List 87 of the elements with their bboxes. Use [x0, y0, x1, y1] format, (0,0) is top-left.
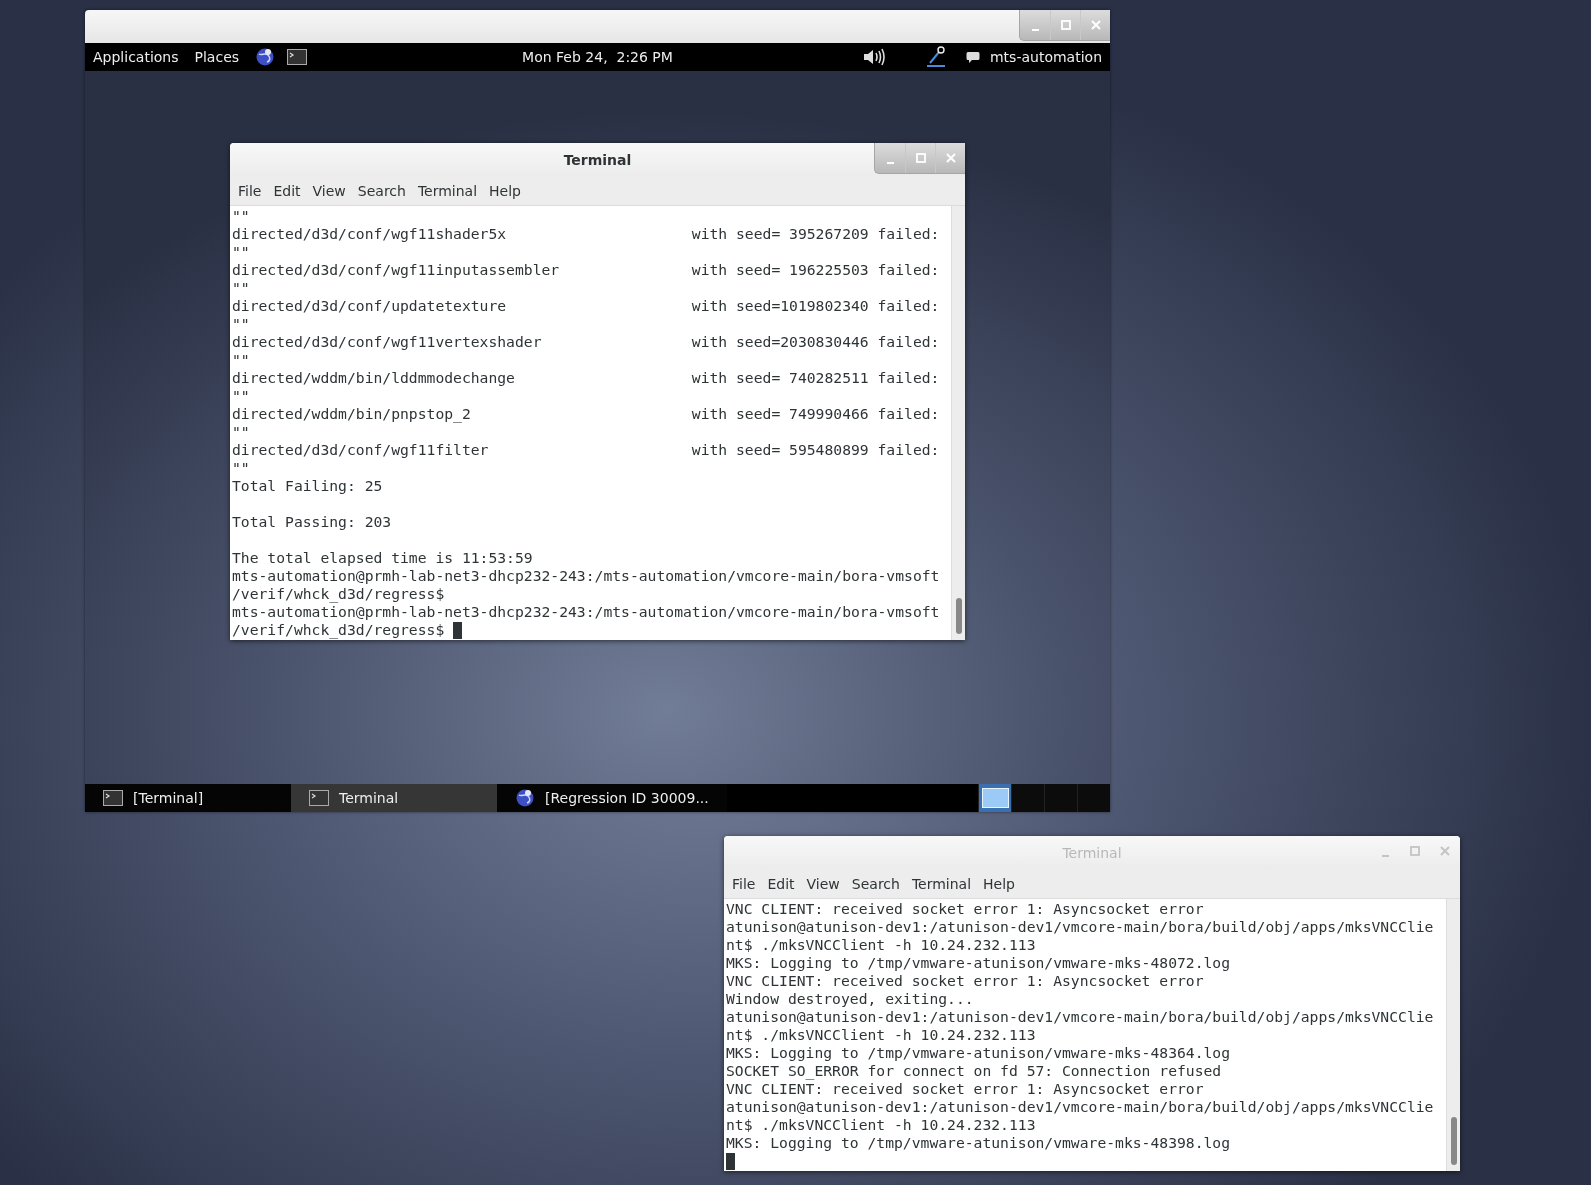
menu-item[interactable]: View	[802, 875, 848, 892]
terminal-line: ""	[232, 423, 250, 441]
panel-menu[interactable]: Places	[194, 49, 244, 65]
menu-item[interactable]: View	[308, 182, 354, 199]
close-icon	[1090, 20, 1101, 30]
scrollbar-thumb[interactable]	[1451, 1117, 1457, 1165]
workspace-cell[interactable]	[1011, 784, 1044, 812]
terminal-line: The total elapsed time is 11:53:59	[232, 549, 533, 567]
terminal-line: Total Failing: 25	[232, 477, 383, 495]
terminal-line: directed/d3d/conf/updatetexture	[232, 297, 508, 315]
menu-item[interactable]: Edit	[763, 875, 803, 892]
panel-menu[interactable]: Applications	[93, 49, 183, 65]
menu-item[interactable]: Terminal	[413, 182, 486, 199]
terminal-line: MKS: Logging to /tmp/vmware-atunison/vmware-mks-48072.log	[726, 954, 1231, 972]
terminal-line: VNC CLIENT: received socket error 1: Asyncsocket error	[726, 1080, 1204, 1098]
terminal-line: with seed= 749990466 failed:	[691, 405, 940, 423]
terminal-line: directed/wddm/bin/lddmmodechange	[232, 369, 516, 387]
menu-item[interactable]: Terminal	[907, 875, 980, 892]
menu-item[interactable]: Edit	[269, 182, 309, 199]
terminal-line: nt$ ./mksVNCClient -h 10.24.232.113	[726, 1026, 1036, 1044]
terminal-line: atunison@atunison-dev1:/atunison-dev1/vmcore-main/bora/build/obj/apps/mksVNCClie	[726, 1008, 1434, 1026]
minimize-icon	[1381, 855, 1389, 857]
workspace-cell[interactable]	[1077, 784, 1110, 812]
terminal-icon	[103, 790, 123, 806]
terminal-line: Total Passing: 203	[232, 513, 392, 531]
terminal-line: with seed= 595480899 failed:	[691, 441, 940, 459]
menu-item[interactable]: Help	[485, 182, 529, 199]
workspace-cell[interactable]	[1044, 784, 1077, 812]
terminal-line: Window destroyed, exiting...	[726, 990, 974, 1008]
clock[interactable]: Mon Feb 24, 2:26 PM	[522, 49, 673, 65]
terminal-line: with seed= 740282511 failed:	[691, 369, 940, 387]
terminal-line: ""	[232, 279, 250, 297]
terminal-line: VNC CLIENT: received socket error 1: Asyncsocket error	[726, 972, 1204, 990]
menu-item[interactable]: Help	[979, 875, 1023, 892]
close-icon	[1440, 846, 1450, 856]
terminal-line: with seed=1019802340 failed:	[691, 297, 940, 315]
terminal-line: ""	[232, 243, 250, 261]
chat-bubble-icon[interactable]	[966, 50, 980, 64]
speaker-icon[interactable]	[862, 47, 886, 67]
terminal-line: mts-automation@prmh-lab-net3-dhcp232-243:/mts-automation/vmcore-main/bora-vmsoft	[232, 603, 940, 621]
terminal-line: atunison@atunison-dev1:/atunison-dev1/vmcore-main/bora/build/obj/apps/mksVNCClie	[726, 918, 1434, 936]
terminal-line: directed/d3d/conf/wgf11inputassembler	[232, 261, 561, 279]
terminal-icon	[287, 49, 308, 65]
minimize-icon	[886, 162, 894, 164]
terminal-line: ""	[232, 315, 250, 333]
terminal-line: directed/d3d/conf/wgf11vertexshader	[232, 333, 543, 351]
maximize-icon	[915, 153, 926, 163]
terminal-line: ""	[232, 459, 250, 477]
globe-icon	[255, 47, 276, 67]
maximize-icon	[1410, 846, 1420, 856]
terminal-line: /verif/whck_d3d/regress$	[232, 585, 445, 603]
terminal-line: mts-automation@prmh-lab-net3-dhcp232-243:/mts-automation/vmcore-main/bora-vmsoft	[232, 567, 940, 585]
terminal-line: directed/wddm/bin/pnpstop_2	[232, 405, 472, 423]
terminal-line: MKS: Logging to /tmp/vmware-atunison/vmware-mks-48398.log	[726, 1134, 1231, 1152]
terminal-line: ""	[232, 351, 250, 369]
menu-item[interactable]: File	[728, 875, 764, 892]
terminal-line: with seed= 196225503 failed:	[691, 261, 940, 279]
taskbar-item[interactable]: [Terminal]	[85, 784, 291, 812]
terminal-icon	[309, 790, 329, 806]
maximize-icon	[1060, 20, 1071, 30]
pen-icon[interactable]	[924, 46, 948, 68]
menu-item[interactable]: File	[234, 182, 270, 199]
terminal-line: with seed= 395267209 failed:	[691, 225, 940, 243]
terminal-line: SOCKET SO_ERROR for connect on fd 57: Connection refused	[726, 1062, 1222, 1080]
window-title: Terminal	[1062, 844, 1122, 861]
taskbar-item[interactable]: [Regression ID 30009...	[497, 784, 727, 812]
globe-icon	[515, 788, 535, 808]
terminal-line: directed/d3d/conf/wgf11filter	[232, 441, 490, 459]
menu-item[interactable]: Search	[353, 182, 414, 199]
taskbar-item[interactable]: Terminal	[291, 784, 497, 812]
terminal-line: directed/d3d/conf/wgf11shader5x	[232, 225, 508, 243]
terminal-line: MKS: Logging to /tmp/vmware-atunison/vmware-mks-48364.log	[726, 1044, 1231, 1062]
workspace-cell[interactable]	[978, 784, 1011, 812]
window-title: Terminal	[563, 151, 632, 168]
terminal-line: /verif/whck_d3d/regress$	[232, 621, 446, 639]
user-name[interactable]: mts-automation	[990, 49, 1102, 65]
terminal-line: nt$ ./mksVNCClient -h 10.24.232.113	[726, 1116, 1036, 1134]
terminal-line: ""	[232, 207, 250, 225]
menu-item[interactable]: Search	[847, 875, 908, 892]
terminal-line: nt$ ./mksVNCClient -h 10.24.232.113	[726, 936, 1036, 954]
close-icon	[945, 153, 956, 163]
terminal-line: VNC CLIENT: received socket error 1: Asyncsocket error	[726, 900, 1204, 918]
terminal-line: with seed=2030830446 failed:	[691, 333, 940, 351]
terminal-line: atunison@atunison-dev1:/atunison-dev1/vmcore-main/bora/build/obj/apps/mksVNCClie	[726, 1098, 1434, 1116]
terminal-line: ""	[232, 387, 250, 405]
minimize-icon	[1031, 29, 1039, 31]
scrollbar-thumb[interactable]	[956, 598, 962, 634]
